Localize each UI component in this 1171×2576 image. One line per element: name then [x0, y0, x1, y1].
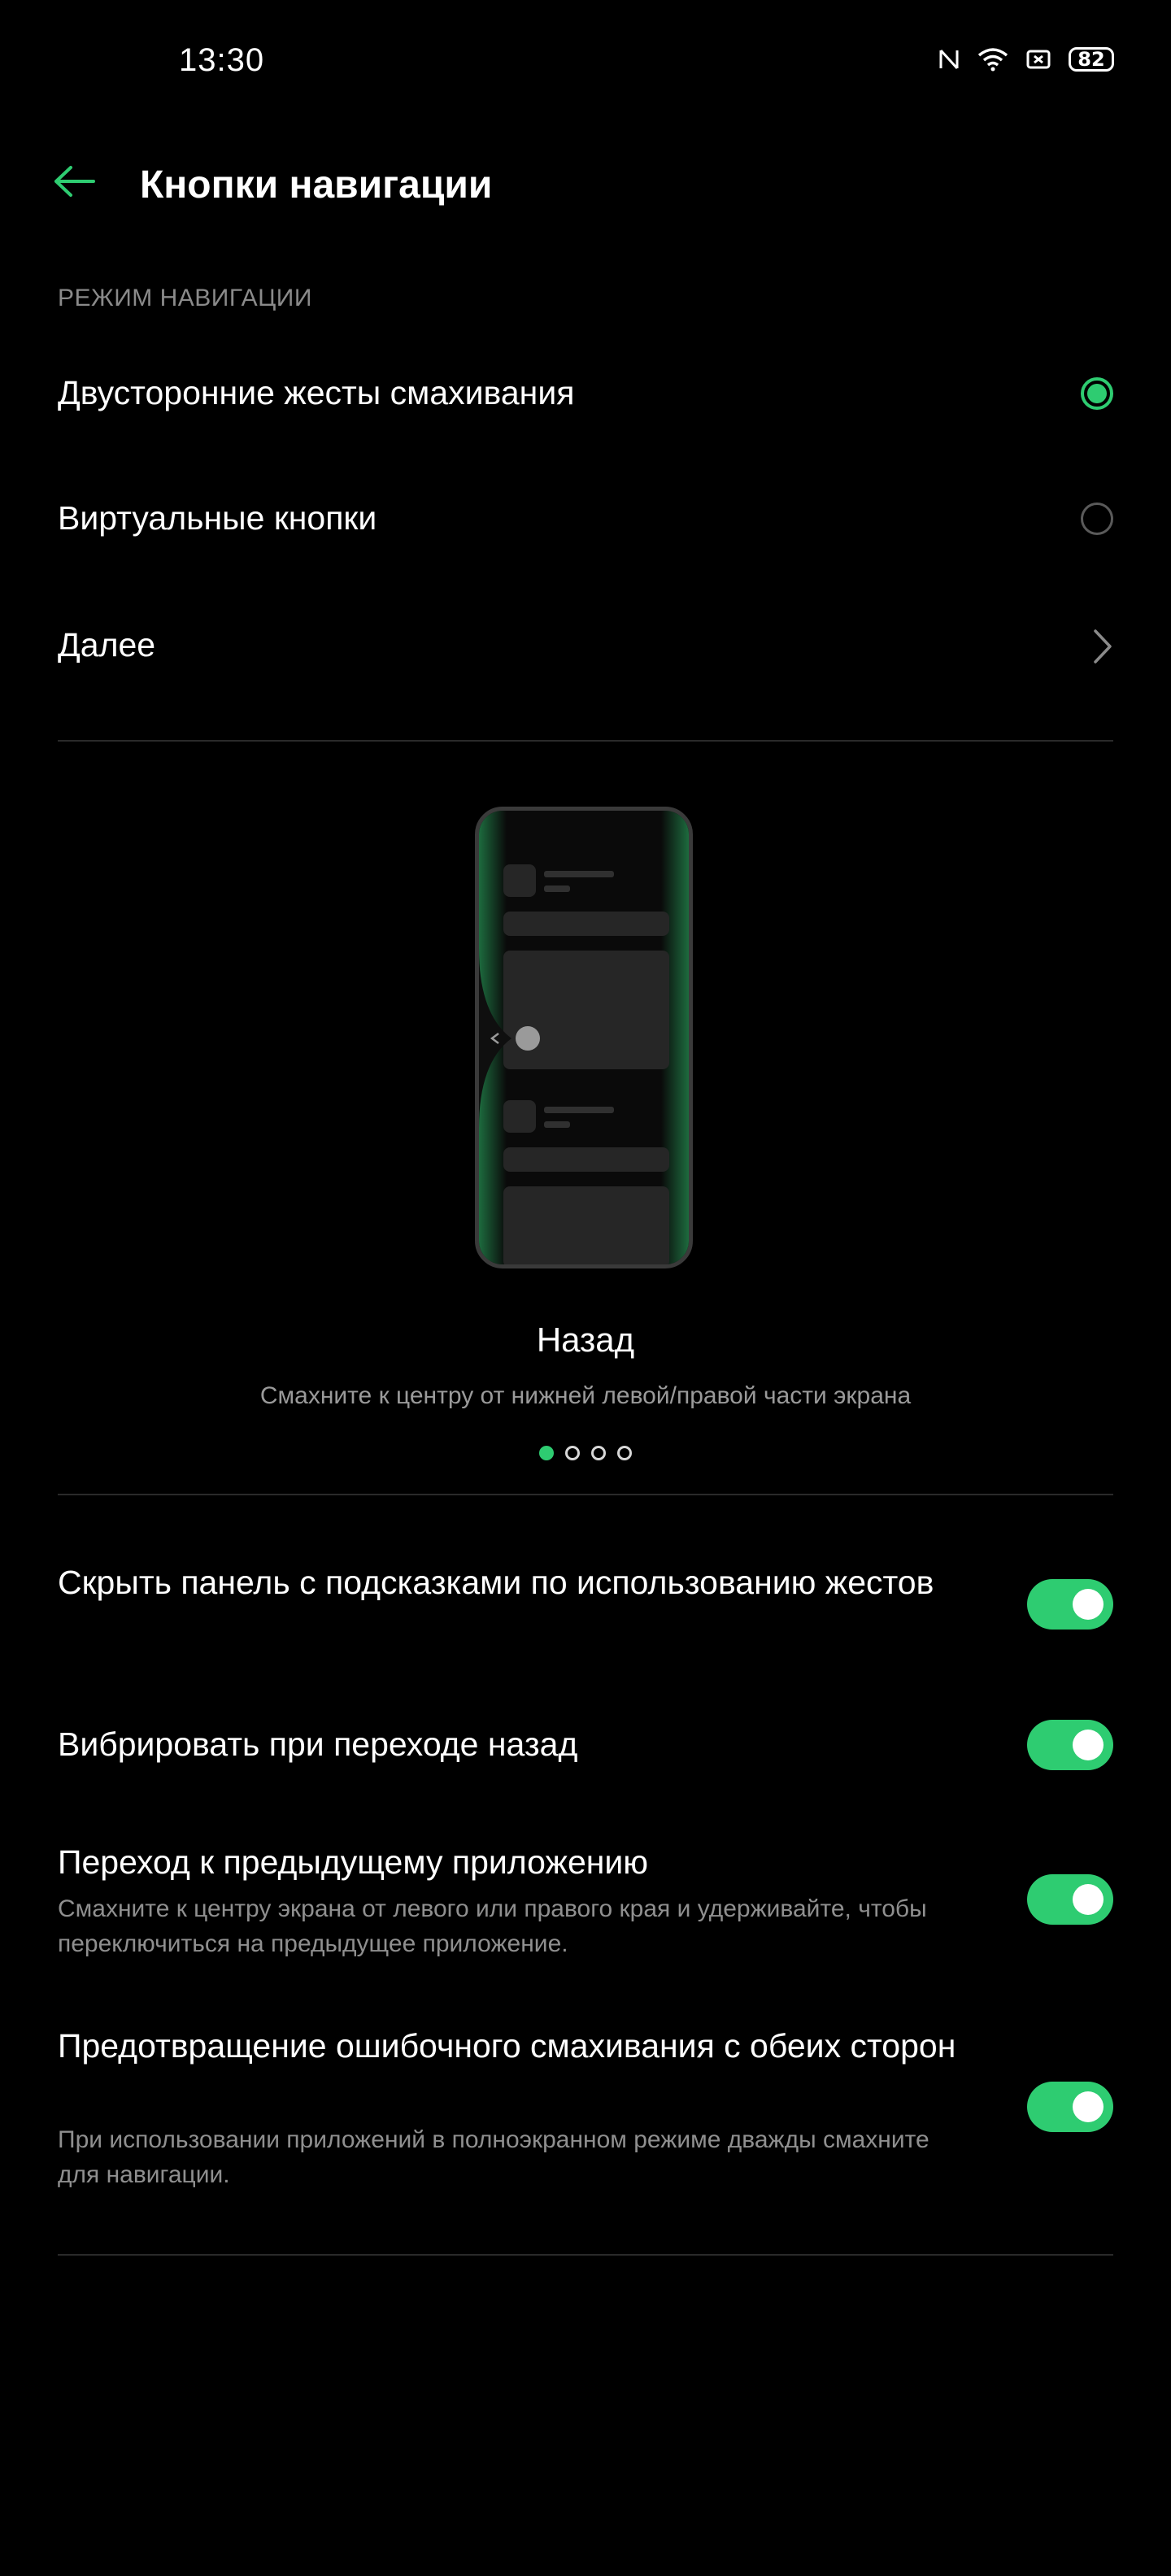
back-swipe-indicator: [479, 949, 540, 1128]
option-label: Виртуальные кнопки: [58, 499, 377, 537]
section-label: РЕЖИМ НАВИГАЦИИ: [58, 285, 312, 311]
switch-title: Вибрировать при переходе назад: [58, 1725, 578, 1763]
status-icons: 82: [938, 47, 1114, 72]
screenshot-icon: [1026, 49, 1051, 70]
option-label: Двусторонние жесты смахивания: [58, 374, 575, 411]
battery-indicator: 82: [1069, 47, 1114, 72]
page-title: Кнопки навигации: [140, 163, 493, 207]
mock-line: [544, 1107, 614, 1113]
switch-row-previous-app[interactable]: Переход к предыдущему приложению Смахнит…: [58, 1839, 1113, 1961]
mock-line: [544, 886, 570, 892]
arrow-left-icon: [53, 165, 95, 202]
switch-row-hide-hint-bar[interactable]: Скрыть панель с подсказками по использов…: [58, 1560, 1113, 1657]
divider: [58, 1494, 1113, 1495]
page-dot[interactable]: [591, 1446, 606, 1460]
page-dot[interactable]: [617, 1446, 632, 1460]
chevron-right-icon: [1092, 628, 1113, 669]
mock-bar: [503, 912, 669, 936]
mock-card: [503, 1186, 669, 1264]
mock-line: [544, 871, 614, 877]
illustration-subtitle: Смахните к центру от нижней левой/правой…: [259, 1382, 912, 1409]
mock-avatar: [503, 864, 536, 897]
switch-title: Скрыть панель с подсказками по использов…: [58, 1564, 934, 1601]
more-row[interactable]: Далее: [58, 610, 1113, 683]
switch-title: Переход к предыдущему приложению: [58, 1843, 649, 1881]
switch-title: Предотвращение ошибочного смахивания с о…: [58, 2027, 956, 2065]
toggle-switch[interactable]: [1027, 1720, 1113, 1770]
radio-unselected[interactable]: [1081, 503, 1113, 535]
mock-line: [544, 1121, 570, 1128]
illustration-title: Назад: [536, 1321, 635, 1359]
status-time: 13:30: [179, 42, 265, 78]
page-dot-active[interactable]: [539, 1446, 554, 1460]
switch-description: Смахните к центру экрана от левого или п…: [58, 1895, 927, 1957]
more-label: Далее: [58, 626, 156, 664]
divider: [58, 740, 1113, 742]
option-row-virtual-buttons[interactable]: Виртуальные кнопки: [58, 483, 1113, 556]
switch-row-prevent-accidental-swipe[interactable]: Предотвращение ошибочного смахивания с о…: [58, 2023, 1113, 2194]
page-dot[interactable]: [565, 1446, 580, 1460]
mock-bar: [503, 1147, 669, 1172]
wifi-icon: [977, 47, 1008, 72]
toggle-switch[interactable]: [1027, 2082, 1113, 2132]
back-button[interactable]: [50, 159, 98, 207]
page-indicator[interactable]: [0, 1446, 1171, 1460]
switch-description: При использовании приложений в полноэкра…: [58, 2126, 929, 2188]
toggle-switch[interactable]: [1027, 1874, 1113, 1925]
divider: [58, 2254, 1113, 2256]
radio-selected[interactable]: [1081, 377, 1113, 410]
option-row-gestures[interactable]: Двусторонние жесты смахивания: [58, 358, 1113, 431]
nfc-icon: [938, 47, 960, 72]
gesture-illustration: [475, 807, 693, 1268]
toggle-switch[interactable]: [1027, 1579, 1113, 1630]
switch-row-vibrate-back[interactable]: Вибрировать при переходе назад: [58, 1720, 1113, 1770]
